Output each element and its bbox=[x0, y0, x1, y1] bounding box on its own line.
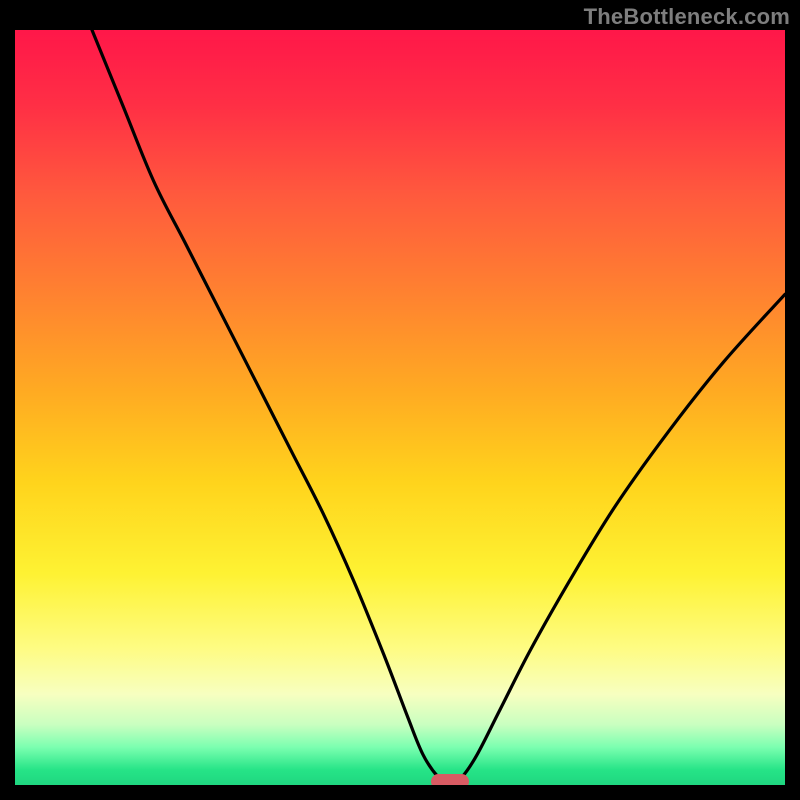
chart-frame: TheBottleneck.com bbox=[0, 0, 800, 800]
minimum-marker bbox=[431, 774, 469, 785]
bottleneck-curve bbox=[92, 30, 785, 785]
watermark-text: TheBottleneck.com bbox=[584, 4, 790, 30]
plot-area bbox=[15, 30, 785, 785]
curve-svg bbox=[15, 30, 785, 785]
